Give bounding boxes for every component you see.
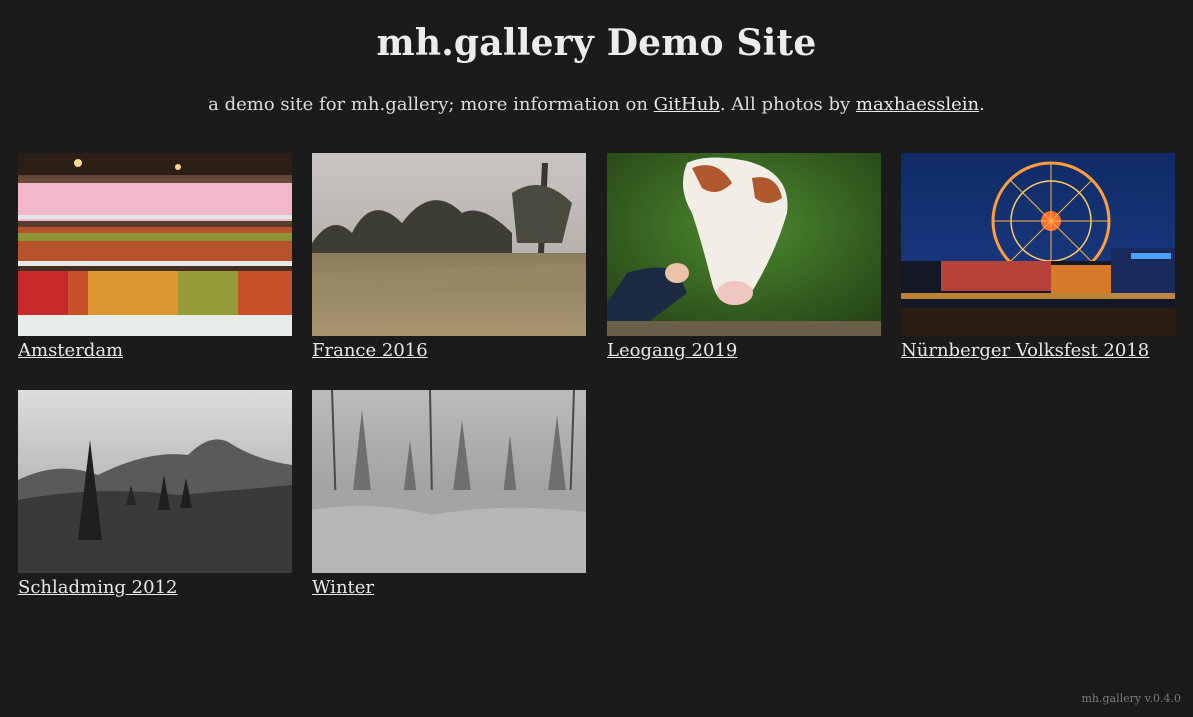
gallery-link-nuernberger-volksfest-2018[interactable]: Nürnberger Volksfest 2018 <box>901 340 1175 361</box>
version-footer: mh.gallery v.0.4.0 <box>1081 692 1181 705</box>
gallery-link-schladming-2012[interactable]: Schladming 2012 <box>18 577 292 598</box>
gallery-thumbnail-nuernberger-volksfest-2018[interactable] <box>901 153 1175 336</box>
subtitle-suffix: . <box>979 94 985 115</box>
gallery-thumbnail-winter[interactable] <box>312 390 586 573</box>
page-title: mh.gallery Demo Site <box>376 22 817 64</box>
france-photo <box>312 153 586 336</box>
winter-photo <box>312 390 586 573</box>
gallery-link-amsterdam[interactable]: Amsterdam <box>18 340 292 361</box>
gallery-thumbnail-schladming-2012[interactable] <box>18 390 292 573</box>
gallery-tile-leogang-2019: Leogang 2019 <box>607 153 881 361</box>
subtitle-prefix: a demo site for mh.gallery; more informa… <box>208 94 654 115</box>
gallery-thumbnail-france-2016[interactable] <box>312 153 586 336</box>
gallery-tile-amsterdam: Amsterdam <box>18 153 292 361</box>
gallery-tile-france-2016: France 2016 <box>312 153 586 361</box>
page-subtitle: a demo site for mh.gallery; more informa… <box>0 94 1193 115</box>
author-link[interactable]: maxhaesslein <box>856 94 979 115</box>
leogang-photo <box>607 153 881 336</box>
gallery-tile-schladming-2012: Schladming 2012 <box>18 390 292 598</box>
gallery-thumbnail-leogang-2019[interactable] <box>607 153 881 336</box>
subtitle-middle: . All photos by <box>719 94 856 115</box>
amsterdam-photo <box>18 153 292 336</box>
gallery-thumbnail-amsterdam[interactable] <box>18 153 292 336</box>
gallery-link-winter[interactable]: Winter <box>312 577 586 598</box>
page: mh.gallery Demo Site a demo site for mh.… <box>0 0 1193 717</box>
gallery-tile-winter: Winter <box>312 390 586 598</box>
gallery-tile-nuernberger-volksfest-2018: Nürnberger Volksfest 2018 <box>901 153 1175 361</box>
gallery-link-leogang-2019[interactable]: Leogang 2019 <box>607 340 881 361</box>
volksfest-photo <box>901 153 1175 336</box>
gallery-link-france-2016[interactable]: France 2016 <box>312 340 586 361</box>
github-link[interactable]: GitHub <box>654 94 720 115</box>
schladming-photo <box>18 390 292 573</box>
